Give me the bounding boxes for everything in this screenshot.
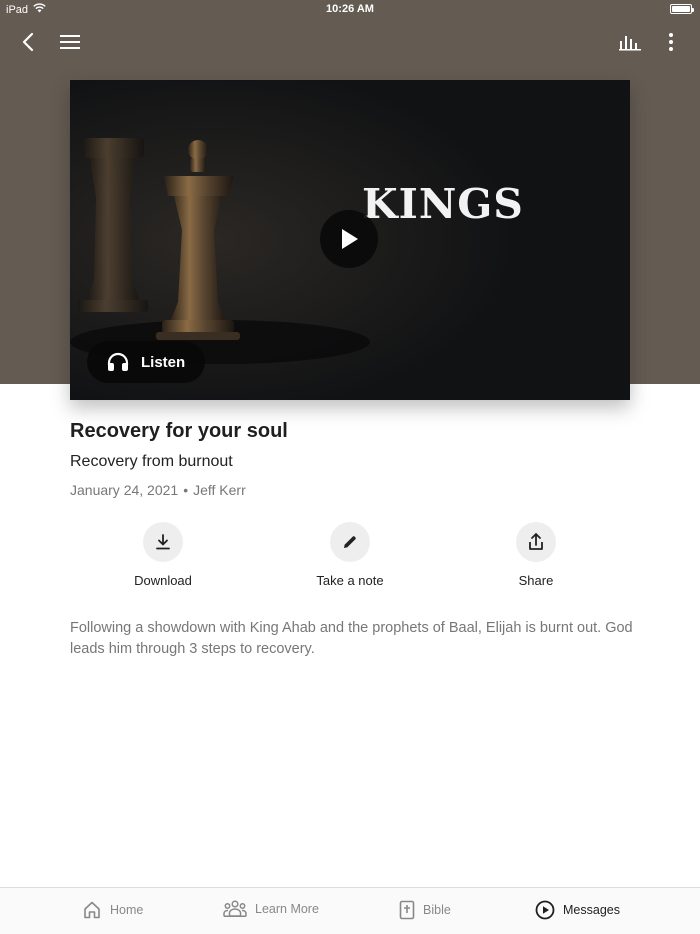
play-icon <box>342 229 358 249</box>
chevron-left-icon <box>22 32 34 52</box>
tab-learn-more[interactable]: Learn More <box>223 900 319 918</box>
tab-home-label: Home <box>110 903 144 917</box>
home-icon <box>84 901 100 919</box>
tab-bible[interactable]: Bible <box>399 900 451 920</box>
battery-icon <box>670 4 694 14</box>
message-title: Recovery for your soul <box>70 420 288 442</box>
pencil-icon <box>344 536 356 548</box>
listen-button[interactable]: Listen <box>87 341 205 383</box>
status-time: 10:26 AM <box>326 3 374 15</box>
menu-button[interactable] <box>56 28 84 56</box>
tab-learn-more-label: Learn More <box>255 902 319 916</box>
bible-icon <box>399 900 415 920</box>
tab-home[interactable]: Home <box>82 900 143 920</box>
share-button[interactable]: Share <box>476 522 596 588</box>
sermon-artwork: KINGS Listen <box>70 80 630 400</box>
share-icon <box>529 533 543 550</box>
play-circle-icon <box>535 900 555 920</box>
download-button[interactable]: Download <box>103 522 223 588</box>
status-bar: iPad 10:26 AM <box>0 0 700 20</box>
tab-bible-label: Bible <box>423 903 451 917</box>
take-note-button[interactable]: Take a note <box>290 522 410 588</box>
play-button[interactable] <box>320 210 378 268</box>
more-vertical-icon <box>669 33 673 51</box>
audio-bars-icon <box>619 36 641 51</box>
artwork-title: KINGS <box>362 180 524 228</box>
message-description: Following a showdown with King Ahab and … <box>70 620 633 657</box>
more-options-button[interactable] <box>658 28 684 56</box>
message-subtitle: Recovery from burnout <box>70 453 233 470</box>
back-button[interactable] <box>14 28 42 56</box>
message-speaker: Jeff Kerr <box>193 482 246 498</box>
people-icon <box>223 900 247 917</box>
audio-stats-button[interactable] <box>616 28 644 56</box>
hamburger-menu-icon <box>60 35 80 49</box>
tab-messages-label: Messages <box>563 903 620 917</box>
share-label: Share <box>518 573 554 588</box>
listen-label: Listen <box>141 353 186 371</box>
take-note-label: Take a note <box>316 573 384 588</box>
message-meta: January 24, 2021 • Jeff Kerr <box>70 482 246 498</box>
download-icon <box>156 534 170 550</box>
bottom-tab-bar: Home Learn More Bible Messages <box>0 887 700 934</box>
tab-messages[interactable]: Messages <box>535 900 620 920</box>
download-label: Download <box>134 573 192 588</box>
meta-separator: • <box>183 482 189 498</box>
message-date: January 24, 2021 <box>70 482 179 498</box>
headphones-icon <box>107 352 129 371</box>
